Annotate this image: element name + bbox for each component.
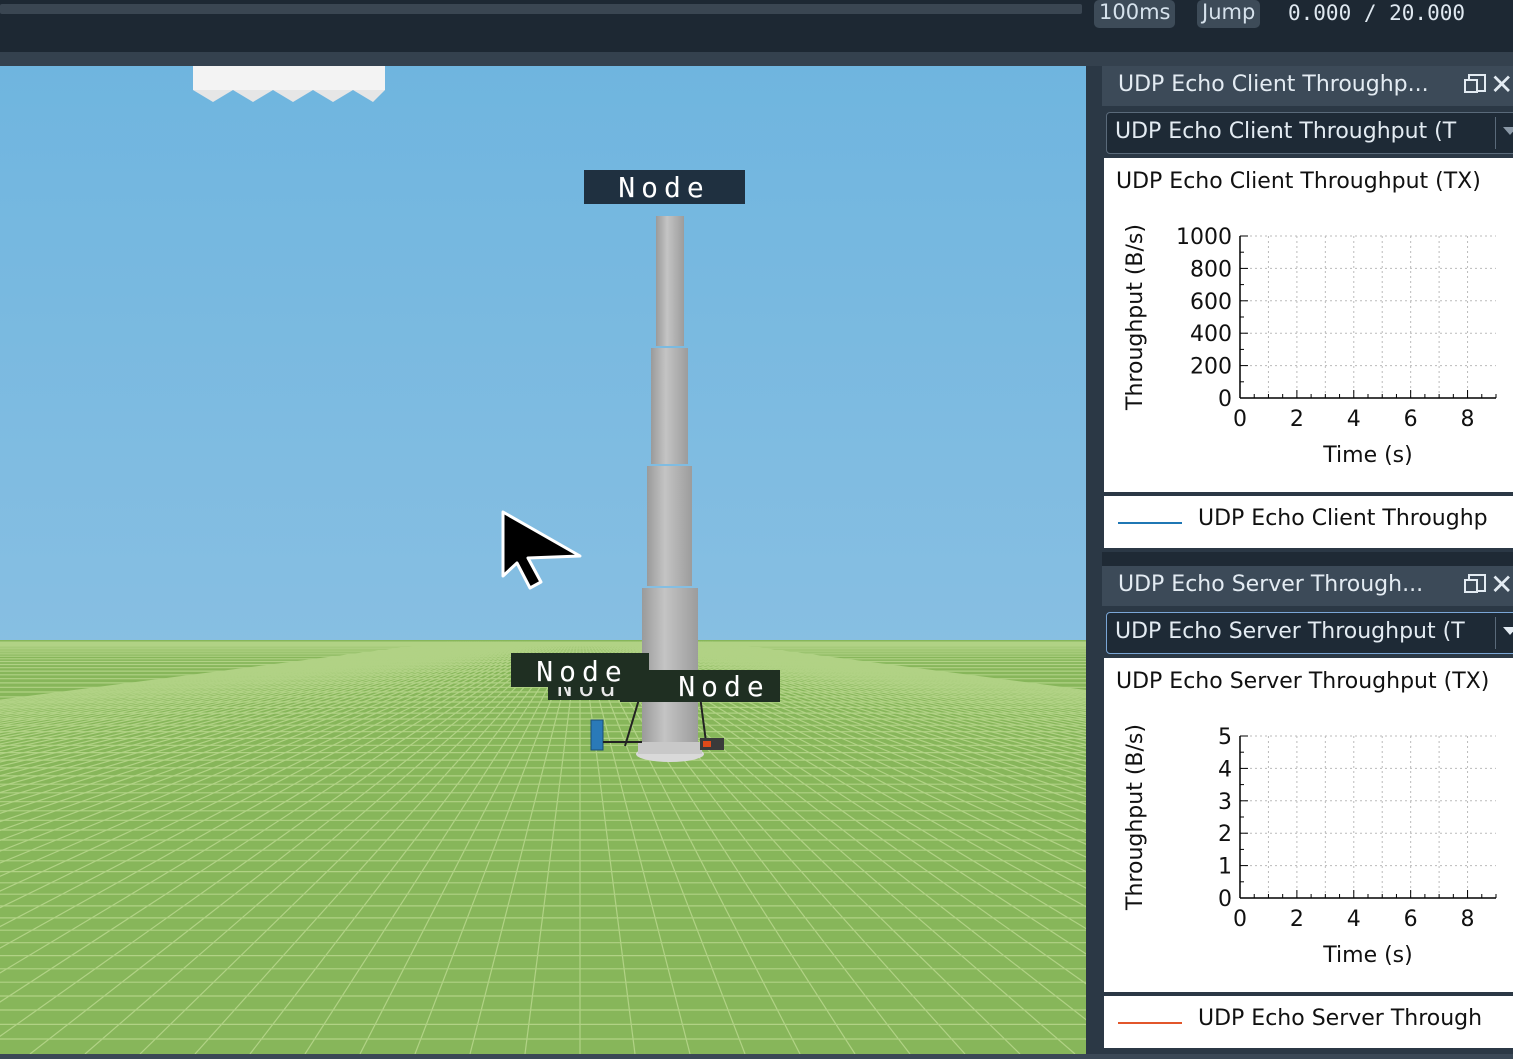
playback-toolbar: 100ms Jump 0.000 / 20.000 <box>0 0 1513 52</box>
server-throughput-plot: UDP Echo Server Throughput (TX) 0 2 4 6 8 0 1 2 3… <box>1104 658 1513 992</box>
series-select[interactable]: UDP Echo Server Throughput (T <box>1106 612 1513 654</box>
y-tick-label: 1000 <box>1176 225 1232 250</box>
x-tick-label: 0 <box>1233 907 1247 932</box>
y-tick-label: 200 <box>1190 355 1232 380</box>
panel-title: UDP Echo Server Through... <box>1118 572 1424 597</box>
legend-label: UDP Echo Server Through <box>1198 1006 1483 1031</box>
series-select[interactable]: UDP Echo Client Throughput (T <box>1106 112 1513 154</box>
x-tick-label: 8 <box>1461 407 1475 432</box>
3d-scene-viewport[interactable]: Node Node Node Node <box>0 66 1086 1054</box>
combo-divider <box>1495 117 1496 149</box>
chevron-down-icon[interactable] <box>1503 627 1513 635</box>
y-tick-label: 1 <box>1218 855 1232 880</box>
combo-divider <box>1495 617 1496 649</box>
y-axis-label: Throughput (B/s) <box>1123 724 1148 911</box>
y-tick-label: 0 <box>1218 887 1232 912</box>
y-tick-label: 0 <box>1218 387 1232 412</box>
x-tick-label: 4 <box>1347 407 1361 432</box>
panel-title-bar: UDP Echo Client Throughp... ✕ <box>1102 66 1513 106</box>
y-tick-label: 4 <box>1218 757 1232 782</box>
x-tick-label: 2 <box>1290 907 1304 932</box>
step-size-button[interactable]: 100ms <box>1094 0 1176 28</box>
y-tick-label: 400 <box>1190 322 1232 347</box>
status-strip <box>0 1054 1513 1059</box>
panel-title: UDP Echo Client Throughp... <box>1118 72 1429 97</box>
server-throughput-panel: UDP Echo Server Through... ✕ UDP Echo Se… <box>1102 566 1513 1054</box>
legend-swatch <box>1118 522 1182 524</box>
y-tick-label: 3 <box>1218 790 1232 815</box>
panel-title-bar: UDP Echo Server Through... ✕ <box>1102 566 1513 606</box>
close-icon[interactable]: ✕ <box>1490 568 1513 601</box>
x-tick-label: 8 <box>1461 907 1475 932</box>
y-tick-label: 5 <box>1218 725 1232 750</box>
y-tick-label: 800 <box>1190 257 1232 282</box>
undock-icon[interactable] <box>1464 574 1486 593</box>
simulation-time-display: 0.000 / 20.000 <box>1288 1 1466 25</box>
node-label-left[interactable]: Node <box>511 653 649 688</box>
panel-splitter[interactable] <box>1086 66 1102 1059</box>
undock-icon[interactable] <box>1464 74 1486 93</box>
series-select-value: UDP Echo Server Throughput (T <box>1115 619 1465 644</box>
chart-svg: UDP Echo Server Throughput (TX) 0 2 4 6 8 0 1 2 3… <box>1116 669 1497 968</box>
plot-title: UDP Echo Client Throughput (TX) <box>1116 169 1481 194</box>
chart-legend: UDP Echo Client Throughp <box>1104 496 1513 548</box>
close-icon[interactable]: ✕ <box>1490 68 1513 101</box>
jump-button[interactable]: Jump <box>1197 0 1261 28</box>
node-label-text: Node <box>618 171 709 204</box>
y-axis-label: Throughput (B/s) <box>1123 224 1148 411</box>
legend-label: UDP Echo Client Throughp <box>1198 506 1488 531</box>
x-tick-label: 0 <box>1233 407 1247 432</box>
legend-swatch <box>1118 1022 1182 1024</box>
x-axis-label: Time (s) <box>1322 443 1412 468</box>
node-label-top[interactable]: Node <box>584 170 745 204</box>
series-select-value: UDP Echo Client Throughput (T <box>1115 119 1457 144</box>
x-tick-label: 4 <box>1347 907 1361 932</box>
chevron-down-icon[interactable] <box>1503 127 1513 135</box>
x-tick-label: 2 <box>1290 407 1304 432</box>
toolbar-separator <box>0 52 1513 66</box>
y-tick-label: 600 <box>1190 290 1232 315</box>
plot-title: UDP Echo Server Throughput (TX) <box>1116 669 1489 694</box>
node-label-text: Node <box>536 655 627 688</box>
y-tick-label: 2 <box>1218 822 1232 847</box>
client-throughput-plot: UDP Echo Client Throughput (TX) 0 2 4 6 8 0 200… <box>1104 158 1513 492</box>
timeline-slider[interactable] <box>0 4 1082 14</box>
chart-legend: UDP Echo Server Through <box>1104 996 1513 1048</box>
x-axis-label: Time (s) <box>1322 943 1412 968</box>
scene-canvas: Node Node Node Node <box>0 66 1086 1054</box>
client-throughput-panel: UDP Echo Client Throughp... ✕ UDP Echo C… <box>1102 66 1513 552</box>
x-tick-label: 6 <box>1404 907 1418 932</box>
chart-svg: UDP Echo Client Throughput (TX) 0 2 4 6 8 0 200… <box>1116 169 1497 468</box>
x-tick-label: 6 <box>1404 407 1418 432</box>
node-label-text: Node <box>678 670 769 703</box>
